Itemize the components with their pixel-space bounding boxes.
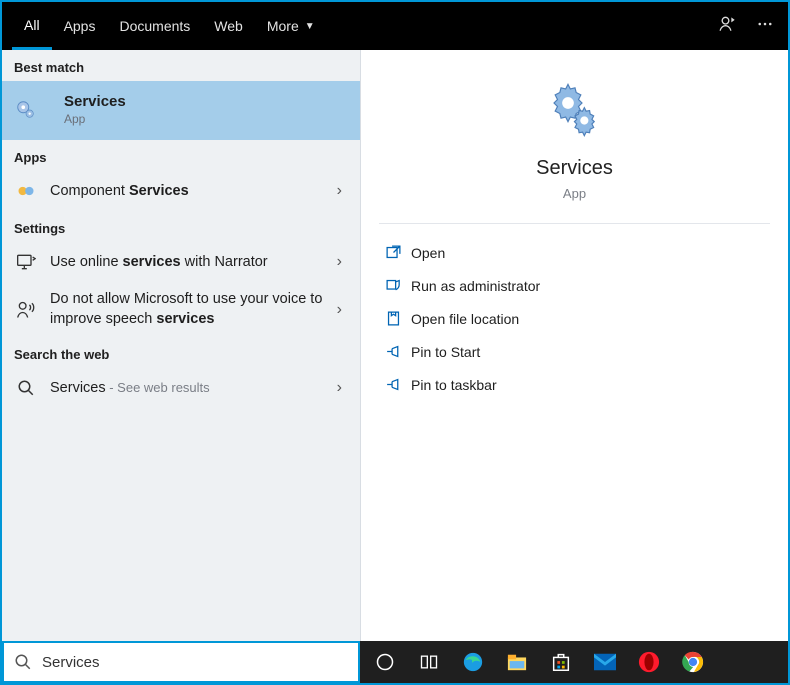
result-subtitle: App: [64, 112, 126, 126]
narrator-icon: [14, 250, 38, 274]
tab-more[interactable]: More▼: [255, 2, 327, 50]
action-pin-taskbar[interactable]: Pin to taskbar: [379, 368, 770, 401]
component-services-icon: [14, 179, 38, 203]
result-title: Services: [64, 93, 126, 110]
chevron-right-icon[interactable]: ›: [331, 253, 348, 271]
section-search-web: Search the web: [2, 337, 360, 368]
result-label: Component Services: [50, 183, 331, 199]
feedback-icon[interactable]: [718, 14, 738, 39]
content-area: Best match Services App Apps Component S…: [2, 50, 788, 641]
actions-list: Open Run as administrator Open file loca…: [361, 224, 788, 401]
action-label: Pin to taskbar: [411, 377, 497, 393]
mail-icon[interactable]: [592, 649, 618, 675]
chevron-down-icon: ▼: [305, 21, 315, 32]
taskbar: [360, 641, 788, 683]
pin-icon: [385, 343, 411, 360]
result-label: Do not allow Microsoft to use your voice…: [50, 290, 331, 329]
file-explorer-icon[interactable]: [504, 649, 530, 675]
section-apps: Apps: [2, 140, 360, 171]
chevron-right-icon[interactable]: ›: [331, 182, 348, 200]
section-settings: Settings: [2, 211, 360, 242]
preview-subtitle: App: [361, 186, 788, 201]
preview-title: Services: [361, 157, 788, 180]
folder-icon: [385, 310, 411, 327]
search-input[interactable]: [42, 654, 348, 671]
result-services-app[interactable]: Services App: [2, 81, 360, 140]
start-search-window: All Apps Documents Web More▼ Best match …: [0, 0, 790, 685]
open-icon: [385, 244, 411, 261]
tab-all[interactable]: All: [12, 2, 52, 50]
more-options-icon[interactable]: [756, 15, 774, 38]
services-large-icon: [361, 82, 788, 143]
cortana-icon[interactable]: [372, 649, 398, 675]
services-icon: [14, 98, 38, 122]
result-narrator-services[interactable]: Use online services with Narrator ›: [2, 242, 360, 282]
shield-icon: [385, 277, 411, 294]
tab-web[interactable]: Web: [202, 2, 255, 50]
results-panel: Best match Services App Apps Component S…: [2, 50, 360, 641]
result-label: Use online services with Narrator: [50, 254, 331, 270]
search-icon: [14, 376, 38, 400]
action-label: Pin to Start: [411, 344, 480, 360]
action-file-location[interactable]: Open file location: [379, 302, 770, 335]
action-label: Run as administrator: [411, 278, 540, 294]
tab-documents[interactable]: Documents: [107, 2, 202, 50]
action-label: Open: [411, 245, 445, 261]
edge-icon[interactable]: [460, 649, 486, 675]
chevron-right-icon[interactable]: ›: [331, 379, 348, 397]
voice-icon: [14, 298, 38, 322]
result-label: Services - See web results: [50, 380, 331, 396]
preview-panel: Services App Open Run as administrator O…: [360, 50, 788, 641]
result-web-services[interactable]: Services - See web results ›: [2, 368, 360, 408]
opera-icon[interactable]: [636, 649, 662, 675]
search-box[interactable]: [2, 641, 360, 683]
search-icon: [14, 653, 32, 671]
action-pin-start[interactable]: Pin to Start: [379, 335, 770, 368]
chrome-icon[interactable]: [680, 649, 706, 675]
result-voice-services[interactable]: Do not allow Microsoft to use your voice…: [2, 282, 360, 337]
tabs-bar: All Apps Documents Web More▼: [2, 2, 788, 50]
result-component-services[interactable]: Component Services ›: [2, 171, 360, 211]
store-icon[interactable]: [548, 649, 574, 675]
tab-apps[interactable]: Apps: [52, 2, 108, 50]
bottom-bar: [2, 641, 788, 683]
action-open[interactable]: Open: [379, 236, 770, 269]
chevron-right-icon[interactable]: ›: [331, 301, 348, 319]
section-best-match: Best match: [2, 50, 360, 81]
pin-icon: [385, 376, 411, 393]
action-label: Open file location: [411, 311, 519, 327]
task-view-icon[interactable]: [416, 649, 442, 675]
action-run-admin[interactable]: Run as administrator: [379, 269, 770, 302]
